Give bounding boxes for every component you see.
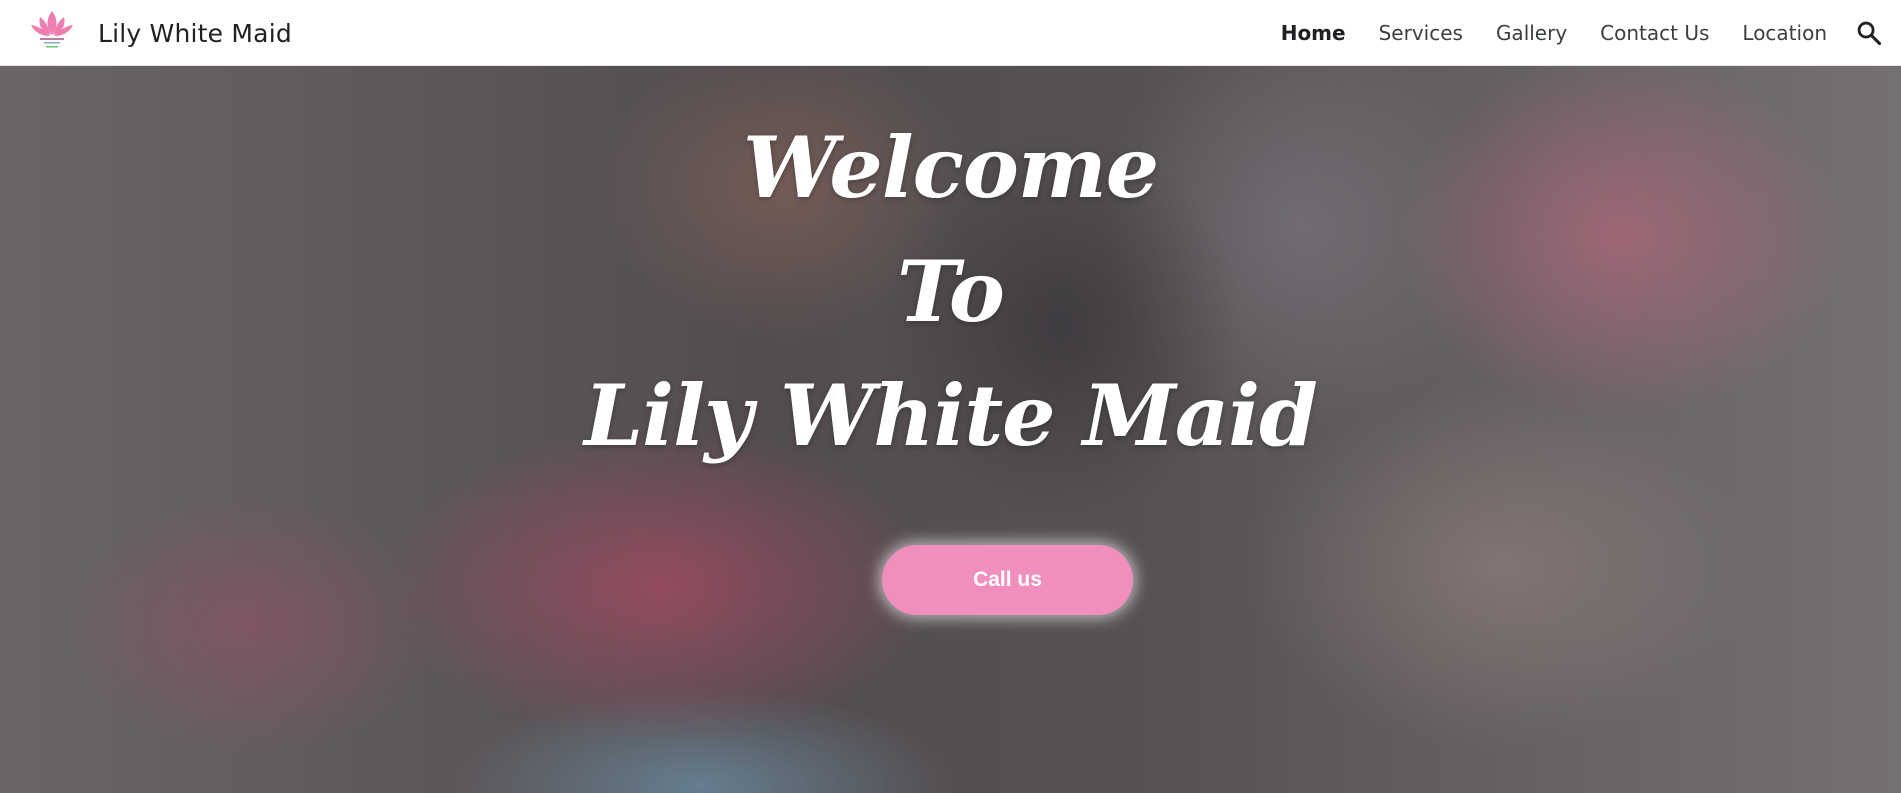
search-icon[interactable] — [1855, 19, 1883, 47]
hero-section: Welcome To Lily White Maid Call us — [0, 66, 1901, 793]
call-us-button[interactable]: Call us — [882, 545, 1133, 615]
hero-title: Welcome To Lily White Maid — [0, 106, 1901, 478]
site-header: Lily White Maid Home Services Gallery Co… — [0, 0, 1901, 66]
nav-item-contact-us[interactable]: Contact Us — [1600, 21, 1709, 45]
brand[interactable]: Lily White Maid — [26, 0, 292, 66]
hero-title-line-welcome: Welcome — [742, 118, 1159, 217]
hero-title-line-to: To — [897, 242, 1005, 341]
nav-item-home[interactable]: Home — [1281, 21, 1346, 45]
lotus-logo-icon[interactable] — [26, 7, 78, 59]
nav-item-services[interactable]: Services — [1379, 21, 1463, 45]
hero-title-line-brand: Lily White Maid — [584, 366, 1318, 465]
nav-item-location[interactable]: Location — [1742, 21, 1827, 45]
main-nav: Home Services Gallery Contact Us Locatio… — [1248, 0, 1827, 66]
site-title[interactable]: Lily White Maid — [98, 19, 292, 48]
nav-item-gallery[interactable]: Gallery — [1496, 21, 1567, 45]
